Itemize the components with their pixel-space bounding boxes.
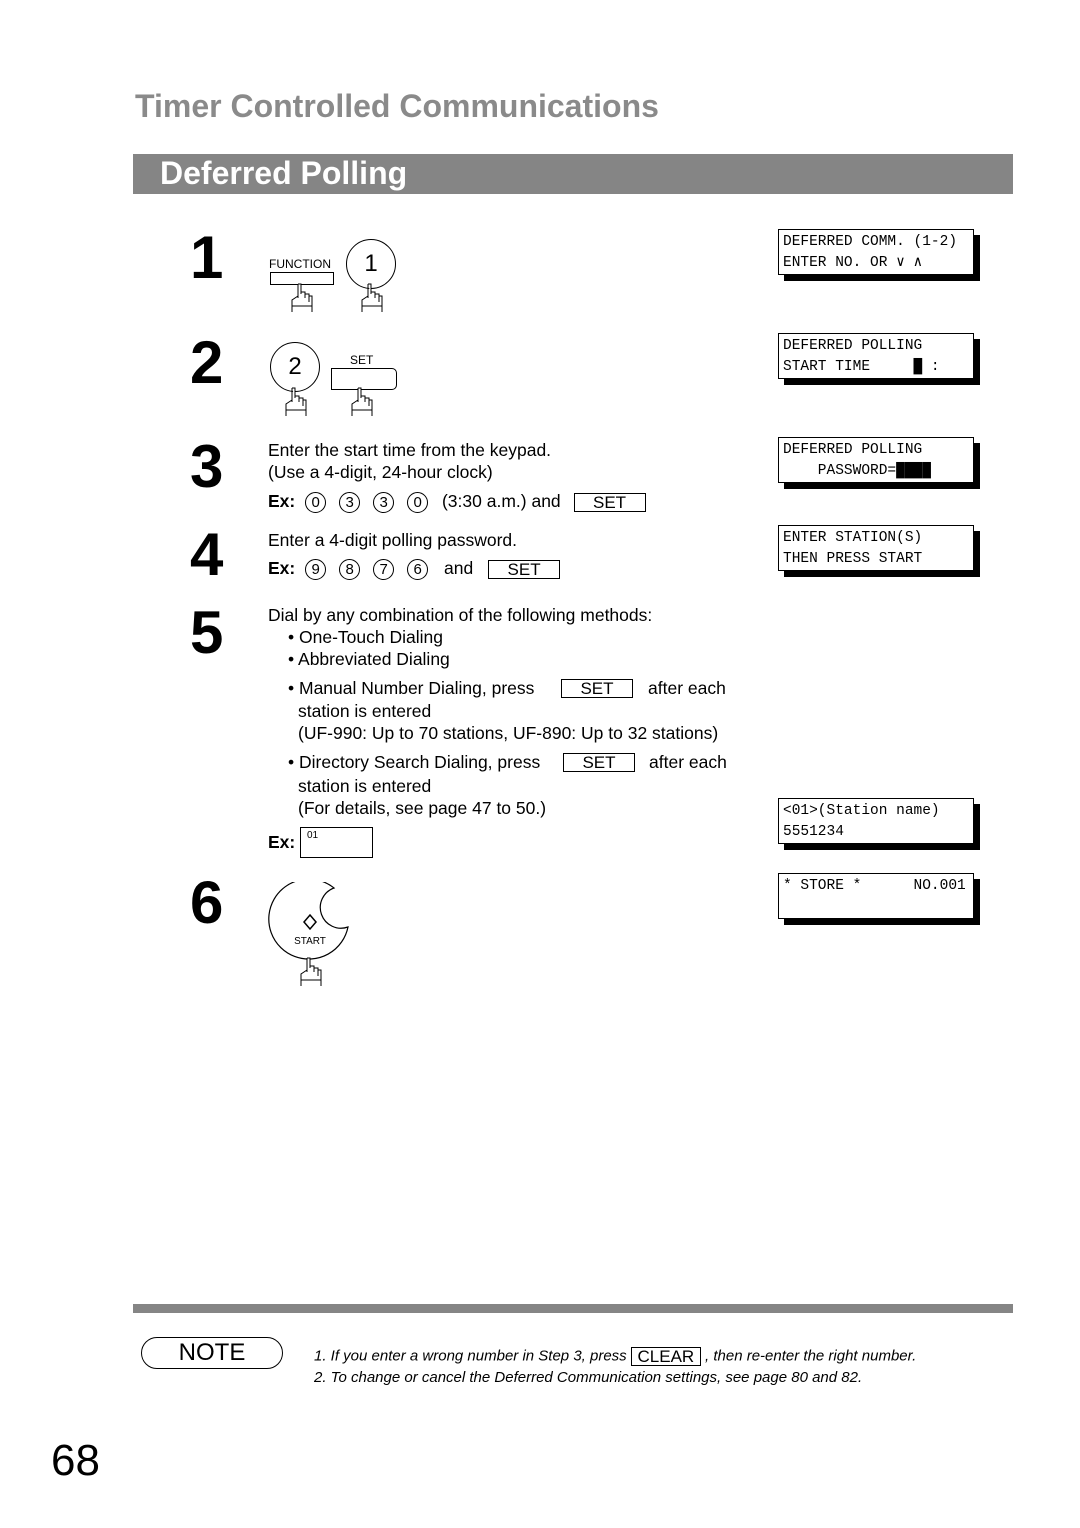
section-title: Timer Controlled Communications (135, 88, 659, 124)
digit-key: 6 (407, 558, 429, 580)
set-key-inline: SET (561, 679, 633, 698)
digit-key: 3 (339, 491, 361, 513)
bullet-abbreviated: • Abbreviated Dialing (288, 649, 450, 669)
lcd-display-6: * STORE * NO.001 (778, 873, 974, 919)
step4-example: Ex: 9876 and SET (268, 557, 561, 580)
bullet-text: Directory Search Dialing, press (299, 752, 541, 772)
step-number-6: 6 (190, 869, 224, 936)
lcd-display-5: <01>(Station name) 5551234 (778, 798, 974, 844)
set-key-inline: SET (573, 492, 646, 512)
manual-page: Timer Controlled Communications Deferred… (0, 0, 1080, 1528)
lcd-line: ENTER STATION(S) (783, 530, 923, 546)
directory-line2: station is entered (298, 776, 432, 796)
page-number: 68 (51, 1436, 100, 1485)
lcd-display-4: ENTER STATION(S) THEN PRESS START (778, 525, 974, 571)
subsection-title: Deferred Polling (160, 155, 408, 191)
bullet-manual: • Manual Number Dialing, press (288, 678, 535, 698)
digit-key: 8 (339, 558, 361, 580)
digit-key: 0 (407, 491, 429, 513)
start-key[interactable]: START (268, 882, 352, 964)
step-number-1: 1 (190, 224, 224, 291)
lcd-line: PASSWORD=████ (783, 463, 931, 479)
ex-label: Ex: (268, 558, 296, 578)
pressing-hand-icon (300, 957, 322, 986)
function-key-label: FUNCTION (269, 257, 331, 271)
step-number-2: 2 (190, 329, 224, 396)
set-key-label: SET (350, 353, 374, 367)
bullet-text: Manual Number Dialing, press (299, 678, 535, 698)
manual-line2: station is entered (298, 701, 432, 721)
pressing-hand-icon (285, 387, 307, 416)
clear-key-inline: CLEAR (630, 1347, 701, 1366)
set-key-inline: SET (563, 753, 635, 772)
keypad-2-key[interactable]: 2 (270, 342, 320, 392)
digit-key: 9 (305, 558, 327, 580)
lcd-line: THEN PRESS START (783, 551, 923, 567)
lcd-display-1: DEFERRED COMM. (1-2) ENTER NO. OR ∨ ∧ (778, 229, 974, 275)
lcd-line: ENTER NO. OR ∨ ∧ (783, 255, 923, 271)
note-item-1: 1. If you enter a wrong number in Step 3… (314, 1347, 916, 1366)
one-touch-key-01: 01 (300, 827, 373, 858)
lcd-display-2: DEFERRED POLLING START TIME █ : (778, 333, 974, 379)
lcd-display-3: DEFERRED POLLING PASSWORD=████ (778, 437, 974, 483)
step-number-3: 3 (190, 433, 224, 500)
after-each-text: after each (648, 678, 726, 698)
note-item-2: 2. To change or cancel the Deferred Comm… (314, 1369, 863, 1386)
divider (133, 1304, 1013, 1313)
step3-instruction: Enter the start time from the keypad. (268, 440, 552, 460)
lcd-line: START TIME █ : (783, 359, 940, 375)
digit-key: 7 (373, 558, 395, 580)
bullet-text: Abbreviated Dialing (298, 649, 450, 669)
example-suffix: (3:30 a.m.) and (441, 491, 561, 511)
after-each-text: after each (649, 752, 727, 772)
start-key-label: START (294, 936, 326, 947)
step-number-5: 5 (190, 599, 224, 666)
lcd-line: <01>(Station name) (783, 803, 940, 819)
lcd-line: * STORE * NO.001 (783, 878, 966, 894)
subsection-banner: Deferred Polling (133, 154, 1013, 194)
digit-key: 0 (305, 491, 327, 513)
step-number-4: 4 (190, 521, 224, 588)
pressing-hand-icon (351, 387, 373, 416)
bullet-text: One-Touch Dialing (299, 627, 443, 647)
bullet-directory: • Directory Search Dialing, press (288, 752, 541, 772)
step5-instruction: Dial by any combination of the following… (268, 605, 653, 625)
digit-key: 3 (373, 491, 395, 513)
example-suffix: and (443, 558, 474, 578)
bullet-one-touch: • One-Touch Dialing (288, 627, 443, 647)
set-key-inline: SET (488, 559, 561, 579)
step4-instruction: Enter a 4-digit polling password. (268, 530, 518, 550)
lcd-line: DEFERRED COMM. (1-2) (783, 234, 958, 250)
note-text: , then re-enter the right number. (705, 1347, 917, 1365)
note-label: NOTE (141, 1337, 283, 1369)
lcd-line: DEFERRED POLLING (783, 442, 923, 458)
pressing-hand-icon (291, 283, 313, 312)
directory-line3: (For details, see page 47 to 50.) (298, 798, 547, 818)
manual-line3: (UF-990: Up to 70 stations, UF-890: Up t… (298, 723, 719, 743)
ex-label: Ex: (268, 491, 296, 511)
note-text: 1. If you enter a wrong number in Step 3… (314, 1347, 627, 1365)
pressing-hand-icon (361, 283, 383, 312)
lcd-line: 5551234 (783, 824, 844, 840)
step3-note: (Use a 4-digit, 24-hour clock) (268, 462, 493, 482)
step3-example: Ex: 0330 (3:30 a.m.) and SET (268, 490, 646, 513)
lcd-line: DEFERRED POLLING (783, 338, 923, 354)
ex-label: Ex: (268, 832, 296, 852)
